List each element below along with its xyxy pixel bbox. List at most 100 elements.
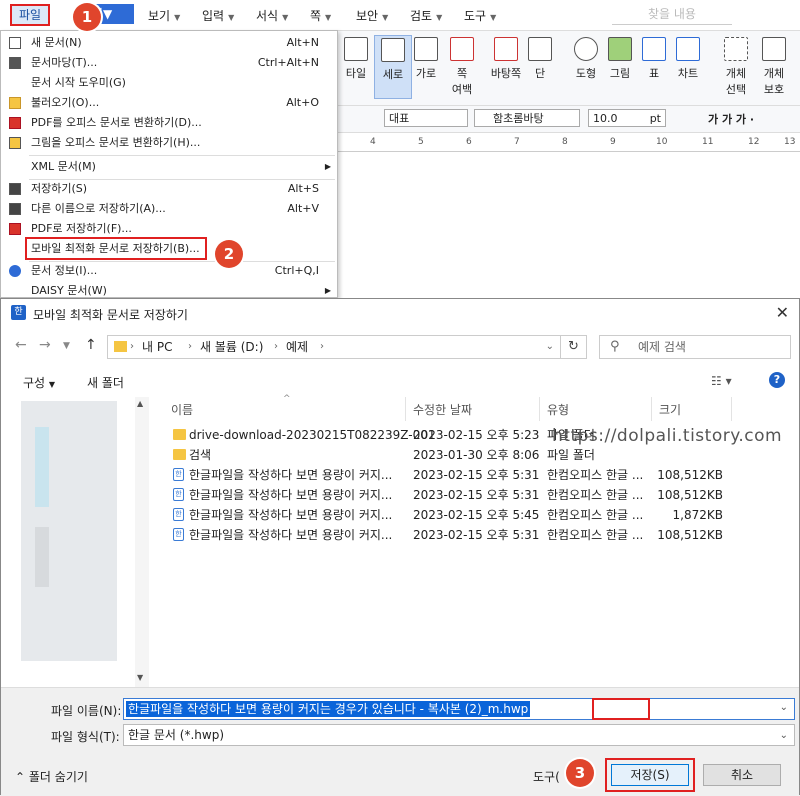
file-row[interactable]: 한 한글파일을 작성하다 보면 용량이 커지... 2023-02-15 오후 … xyxy=(167,505,777,525)
ribbon-label: 차트 xyxy=(677,67,699,80)
filename-input[interactable]: 한글파일을 작성하다 보면 용량이 커지는 경우가 있습니다 - 복사본 (2)… xyxy=(123,698,795,720)
column-header-type[interactable]: 유형 xyxy=(547,401,569,418)
ribbon-picture-button[interactable]: 그림 xyxy=(602,35,638,81)
ribbon-select-object-button[interactable]: 개체 선택 xyxy=(718,35,754,97)
column-header-size[interactable]: 크기 xyxy=(659,401,681,418)
master-page-icon xyxy=(494,37,518,61)
menu-review[interactable]: 검토 ▼ xyxy=(410,7,442,24)
file-menu-save-as[interactable]: 다른 이름으로 저장하기(A)... Alt+V xyxy=(1,199,337,219)
char-format-buttons[interactable]: 가 가 가 · xyxy=(708,111,754,127)
hide-folders-button[interactable]: ⌃ 폴더 숨기기 xyxy=(15,768,88,785)
document-canvas[interactable] xyxy=(338,152,800,298)
hide-folders-label: 폴더 숨기기 xyxy=(28,770,88,784)
address-bar[interactable]: › 내 PC › 새 볼륨 (D:) › 예제 › ⌄ xyxy=(107,335,561,359)
file-menu-doc-info[interactable]: 문서 정보(I)... Ctrl+Q,I xyxy=(1,261,337,281)
chevron-down-icon: ▼ xyxy=(325,13,332,22)
breadcrumb-pc[interactable]: 내 PC xyxy=(142,336,172,358)
cancel-button[interactable]: 취소 xyxy=(703,764,781,786)
file-row[interactable]: 한 한글파일을 작성하다 보면 용량이 커지... 2023-02-15 오후 … xyxy=(167,525,777,545)
forward-arrow-icon[interactable]: → xyxy=(39,337,51,353)
file-menu-pdf-convert[interactable]: PDF를 오피스 문서로 변환하기(D)... xyxy=(1,113,337,133)
find-input[interactable]: 찾을 내용 xyxy=(612,4,732,25)
back-arrow-icon[interactable]: ← xyxy=(15,337,27,353)
column-header-name[interactable]: 이름 xyxy=(171,401,193,418)
file-menu-start-wizard[interactable]: 문서 시작 도우미(G) xyxy=(1,73,337,93)
ruler-tick: 6 xyxy=(466,137,472,147)
file-type: 한컴오피스 한글 ... xyxy=(547,508,644,522)
search-input[interactable]: ⚲ 예제 검색 xyxy=(599,335,791,359)
page-margin-icon xyxy=(450,37,474,61)
tools-button[interactable]: 도구( xyxy=(533,768,560,785)
chevron-down-icon[interactable]: ⌄ xyxy=(780,702,788,713)
menu-file[interactable]: 파일 xyxy=(10,4,50,26)
file-name: 한글파일을 작성하다 보면 용량이 커지... xyxy=(189,488,393,502)
chevron-down-icon[interactable]: ⌄ xyxy=(780,726,788,746)
ribbon-table-button[interactable]: 표 xyxy=(636,35,672,81)
close-icon[interactable]: ✕ xyxy=(776,303,789,322)
menu-tools[interactable]: 도구 ▼ xyxy=(464,7,496,24)
folder-icon xyxy=(173,449,186,460)
chart-icon xyxy=(676,37,700,61)
file-menu-save-pdf[interactable]: PDF로 저장하기(F)... xyxy=(1,219,337,239)
scroll-down-icon[interactable]: ▼ xyxy=(137,673,143,682)
pdf-save-icon xyxy=(9,223,21,235)
file-menu-template[interactable]: 문서마당(T)... Ctrl+Alt+N xyxy=(1,53,337,73)
filetype-value: 한글 문서 (*.hwp) xyxy=(128,728,225,742)
font-size-input[interactable]: 10.0 pt xyxy=(588,109,666,127)
column-icon xyxy=(528,37,552,61)
menu-label: 불러오기(O)... xyxy=(31,96,100,109)
step-marker-1: 1 xyxy=(73,3,101,31)
search-icon: ⚲ xyxy=(610,339,620,354)
help-icon[interactable]: ? xyxy=(769,372,785,388)
menu-shortcut: Alt+V xyxy=(287,202,319,215)
ruler: 4 5 6 7 8 9 10 11 12 13 xyxy=(338,133,800,152)
breadcrumb-folder[interactable]: 예제 xyxy=(286,336,308,358)
menu-format[interactable]: 서식 ▼ xyxy=(256,7,288,24)
save-button[interactable]: 저장(S) xyxy=(611,764,689,786)
font-select[interactable]: 함초롬바탕 xyxy=(474,109,580,127)
picture-icon xyxy=(608,37,632,61)
ribbon-style-button[interactable]: 타일 xyxy=(338,35,374,81)
chevron-down-icon[interactable]: ⌄ xyxy=(546,336,554,358)
file-row[interactable]: 검색 2023-01-30 오후 8:06 파일 폴더 xyxy=(167,445,777,465)
filetype-select[interactable]: 한글 문서 (*.hwp) ⌄ xyxy=(123,724,795,746)
file-menu-xml[interactable]: XML 문서(M) ▶ xyxy=(1,157,337,177)
view-options-icon[interactable]: ☷ ▾ xyxy=(711,374,732,388)
file-menu-save[interactable]: 저장하기(S) Alt+S xyxy=(1,179,337,199)
chevron-down-icon: ▼ xyxy=(228,13,235,22)
ribbon-protect-object-button[interactable]: 개체 보호 xyxy=(756,35,792,97)
table-icon xyxy=(642,37,666,61)
refresh-icon[interactable]: ↻ xyxy=(561,335,587,359)
ribbon-landscape-button[interactable]: 가로 xyxy=(408,35,444,81)
menu-insert-label: 입력 xyxy=(202,9,225,23)
file-row[interactable]: 한 한글파일을 작성하다 보면 용량이 커지... 2023-02-15 오후 … xyxy=(167,465,777,485)
menu-view[interactable]: 보기 ▼ xyxy=(148,7,180,24)
file-date: 2023-02-15 오후 5:31 xyxy=(413,528,540,542)
menu-insert[interactable]: 입력 ▼ xyxy=(202,7,234,24)
ribbon-column-button[interactable]: 단 xyxy=(522,35,558,81)
menu-label: 문서마당(T)... xyxy=(31,56,98,69)
menu-page[interactable]: 쪽 ▼ xyxy=(310,7,331,24)
navigation-pane[interactable] xyxy=(1,397,149,687)
new-folder-button[interactable]: 새 폴더 xyxy=(87,374,124,391)
column-header-date[interactable]: 수정한 날짜 xyxy=(413,401,472,418)
organize-button[interactable]: 구성 ▼ xyxy=(23,374,55,391)
chevron-down-icon[interactable]: ▼ xyxy=(63,341,70,351)
ribbon-shape-button[interactable]: 도형 xyxy=(568,35,604,81)
navigation-scrollbar[interactable]: ▲ ▼ xyxy=(135,397,149,687)
ribbon-margin-button[interactable]: 쪽 여백 xyxy=(444,35,480,97)
scroll-up-icon[interactable]: ▲ xyxy=(137,399,143,408)
ribbon-chart-button[interactable]: 차트 xyxy=(670,35,706,81)
style-select[interactable]: 대표 xyxy=(384,109,468,127)
up-arrow-icon[interactable]: ↑ xyxy=(85,337,97,353)
breadcrumb-volume[interactable]: 새 볼륨 (D:) xyxy=(200,336,263,358)
ribbon-portrait-button[interactable]: 세로 xyxy=(374,35,412,99)
file-menu-image-convert[interactable]: 그림을 오피스 문서로 변환하기(H)... xyxy=(1,133,337,153)
menu-security[interactable]: 보안 ▼ xyxy=(356,7,388,24)
ribbon-label: 그림 xyxy=(609,67,631,80)
file-menu-new[interactable]: 새 문서(N) Alt+N xyxy=(1,33,337,53)
file-row[interactable]: 한 한글파일을 작성하다 보면 용량이 커지... 2023-02-15 오후 … xyxy=(167,485,777,505)
ribbon-label: 가로 xyxy=(415,67,437,80)
column-divider xyxy=(405,397,406,421)
file-menu-open[interactable]: 불러오기(O)... Alt+O xyxy=(1,93,337,113)
